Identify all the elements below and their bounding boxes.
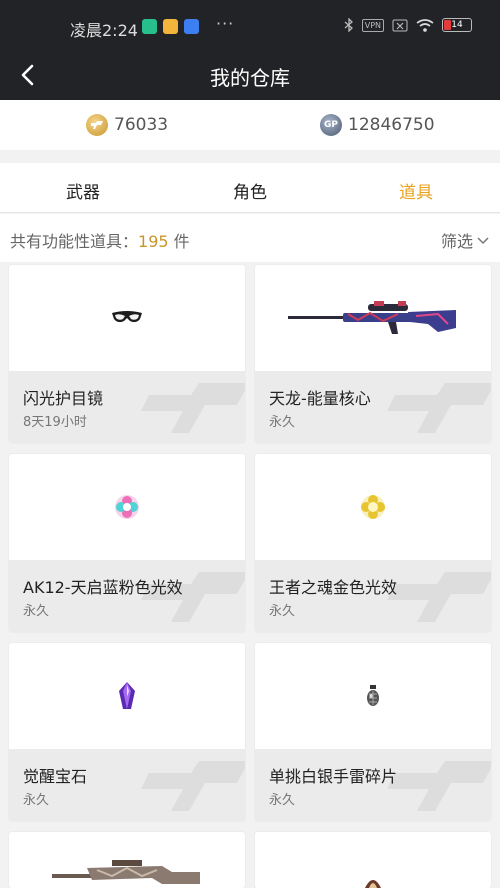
item-name: 单挑白银手雷碎片 [269,767,398,786]
tab-items[interactable]: 道具 [376,178,456,203]
sim-icon [392,19,408,31]
gp-balance: GP 12846750 [320,114,435,136]
bluetooth-icon [344,18,353,32]
gold-coin-icon [86,114,108,136]
app-notification-icon [142,19,157,34]
item-name: 天龙-能量核心 [269,389,371,408]
item-card[interactable]: 闪光护目镜 8天19小时 [9,265,245,443]
app-notification-icon [184,19,199,34]
gold-gem-icon [361,495,385,519]
chevron-down-icon [477,237,489,245]
ornament-icon [365,880,381,888]
cf-watermark-icon [141,383,245,433]
status-time: 凌晨2:24 [70,21,138,40]
purple-crystal-icon [119,682,135,709]
wifi-icon [416,18,434,32]
battery-icon: 14 [442,18,472,32]
item-name: 王者之魂金色光效 [269,578,398,597]
cf-watermark-icon [387,572,491,622]
page-title: 我的仓库 [210,66,290,90]
item-name: 闪光护目镜 [23,389,104,408]
item-card[interactable]: 单挑白银手雷碎片 永久 [255,643,491,821]
item-duration: 永久 [269,793,296,808]
cf-watermark-icon [141,761,245,811]
item-duration: 永久 [269,415,296,430]
item-duration: 永久 [23,604,50,619]
gold-balance: 76033 [86,114,168,136]
item-card[interactable] [255,832,491,888]
status-bar: 凌晨2:24 ··· VPN 14 [0,0,500,50]
filter-button[interactable]: 筛选 [441,228,490,252]
filter-label: 筛选 [440,232,473,251]
grenade-fragment-icon [367,685,379,706]
sniper-rifle-icon [288,301,456,334]
item-name: AK12-天启蓝粉色光效 [23,578,183,597]
app-notification-icon [163,19,178,34]
assault-rifle-icon [52,860,200,884]
cf-watermark-icon [387,383,491,433]
gp-amount: 12846750 [348,115,435,135]
goggles-icon [112,311,142,323]
nav-bar: 我的仓库 [0,50,500,100]
notification-icons [142,19,199,34]
item-card[interactable]: 王者之魂金色光效 永久 [255,454,491,632]
currency-bar: 76033 GP 12846750 [0,100,500,150]
item-card[interactable]: AK12-天启蓝粉色光效 永久 [9,454,245,632]
item-count: 共有功能性道具：195 件 [10,232,190,251]
tab-weapons[interactable]: 武器 [43,178,123,203]
item-name: 觉醒宝石 [23,767,88,786]
cf-watermark-icon [387,761,491,811]
item-card[interactable]: 天龙-能量核心 永久 [255,265,491,443]
gp-coin-icon: GP [320,114,342,136]
more-notifications-icon: ··· [216,14,235,33]
tab-characters[interactable]: 角色 [210,178,290,203]
item-grid: 闪光护目镜 8天19小时 天龙-能量核心 永久 AK12-天启蓝粉色光效 永久 … [0,262,500,888]
category-tabs: 武器 角色 道具 [0,163,500,213]
item-count-number: 195 [138,232,169,251]
system-icons: VPN 14 [344,18,472,32]
summary-row: 共有功能性道具：195 件 筛选 [0,214,500,262]
item-duration: 永久 [23,793,50,808]
pink-blue-gem-icon [115,495,139,519]
item-card[interactable]: 觉醒宝石 永久 [9,643,245,821]
item-duration: 永久 [269,604,296,619]
vpn-icon: VPN [361,18,384,32]
item-card[interactable] [9,832,245,888]
item-duration: 8天19小时 [23,415,87,430]
gold-amount: 76033 [114,115,169,135]
